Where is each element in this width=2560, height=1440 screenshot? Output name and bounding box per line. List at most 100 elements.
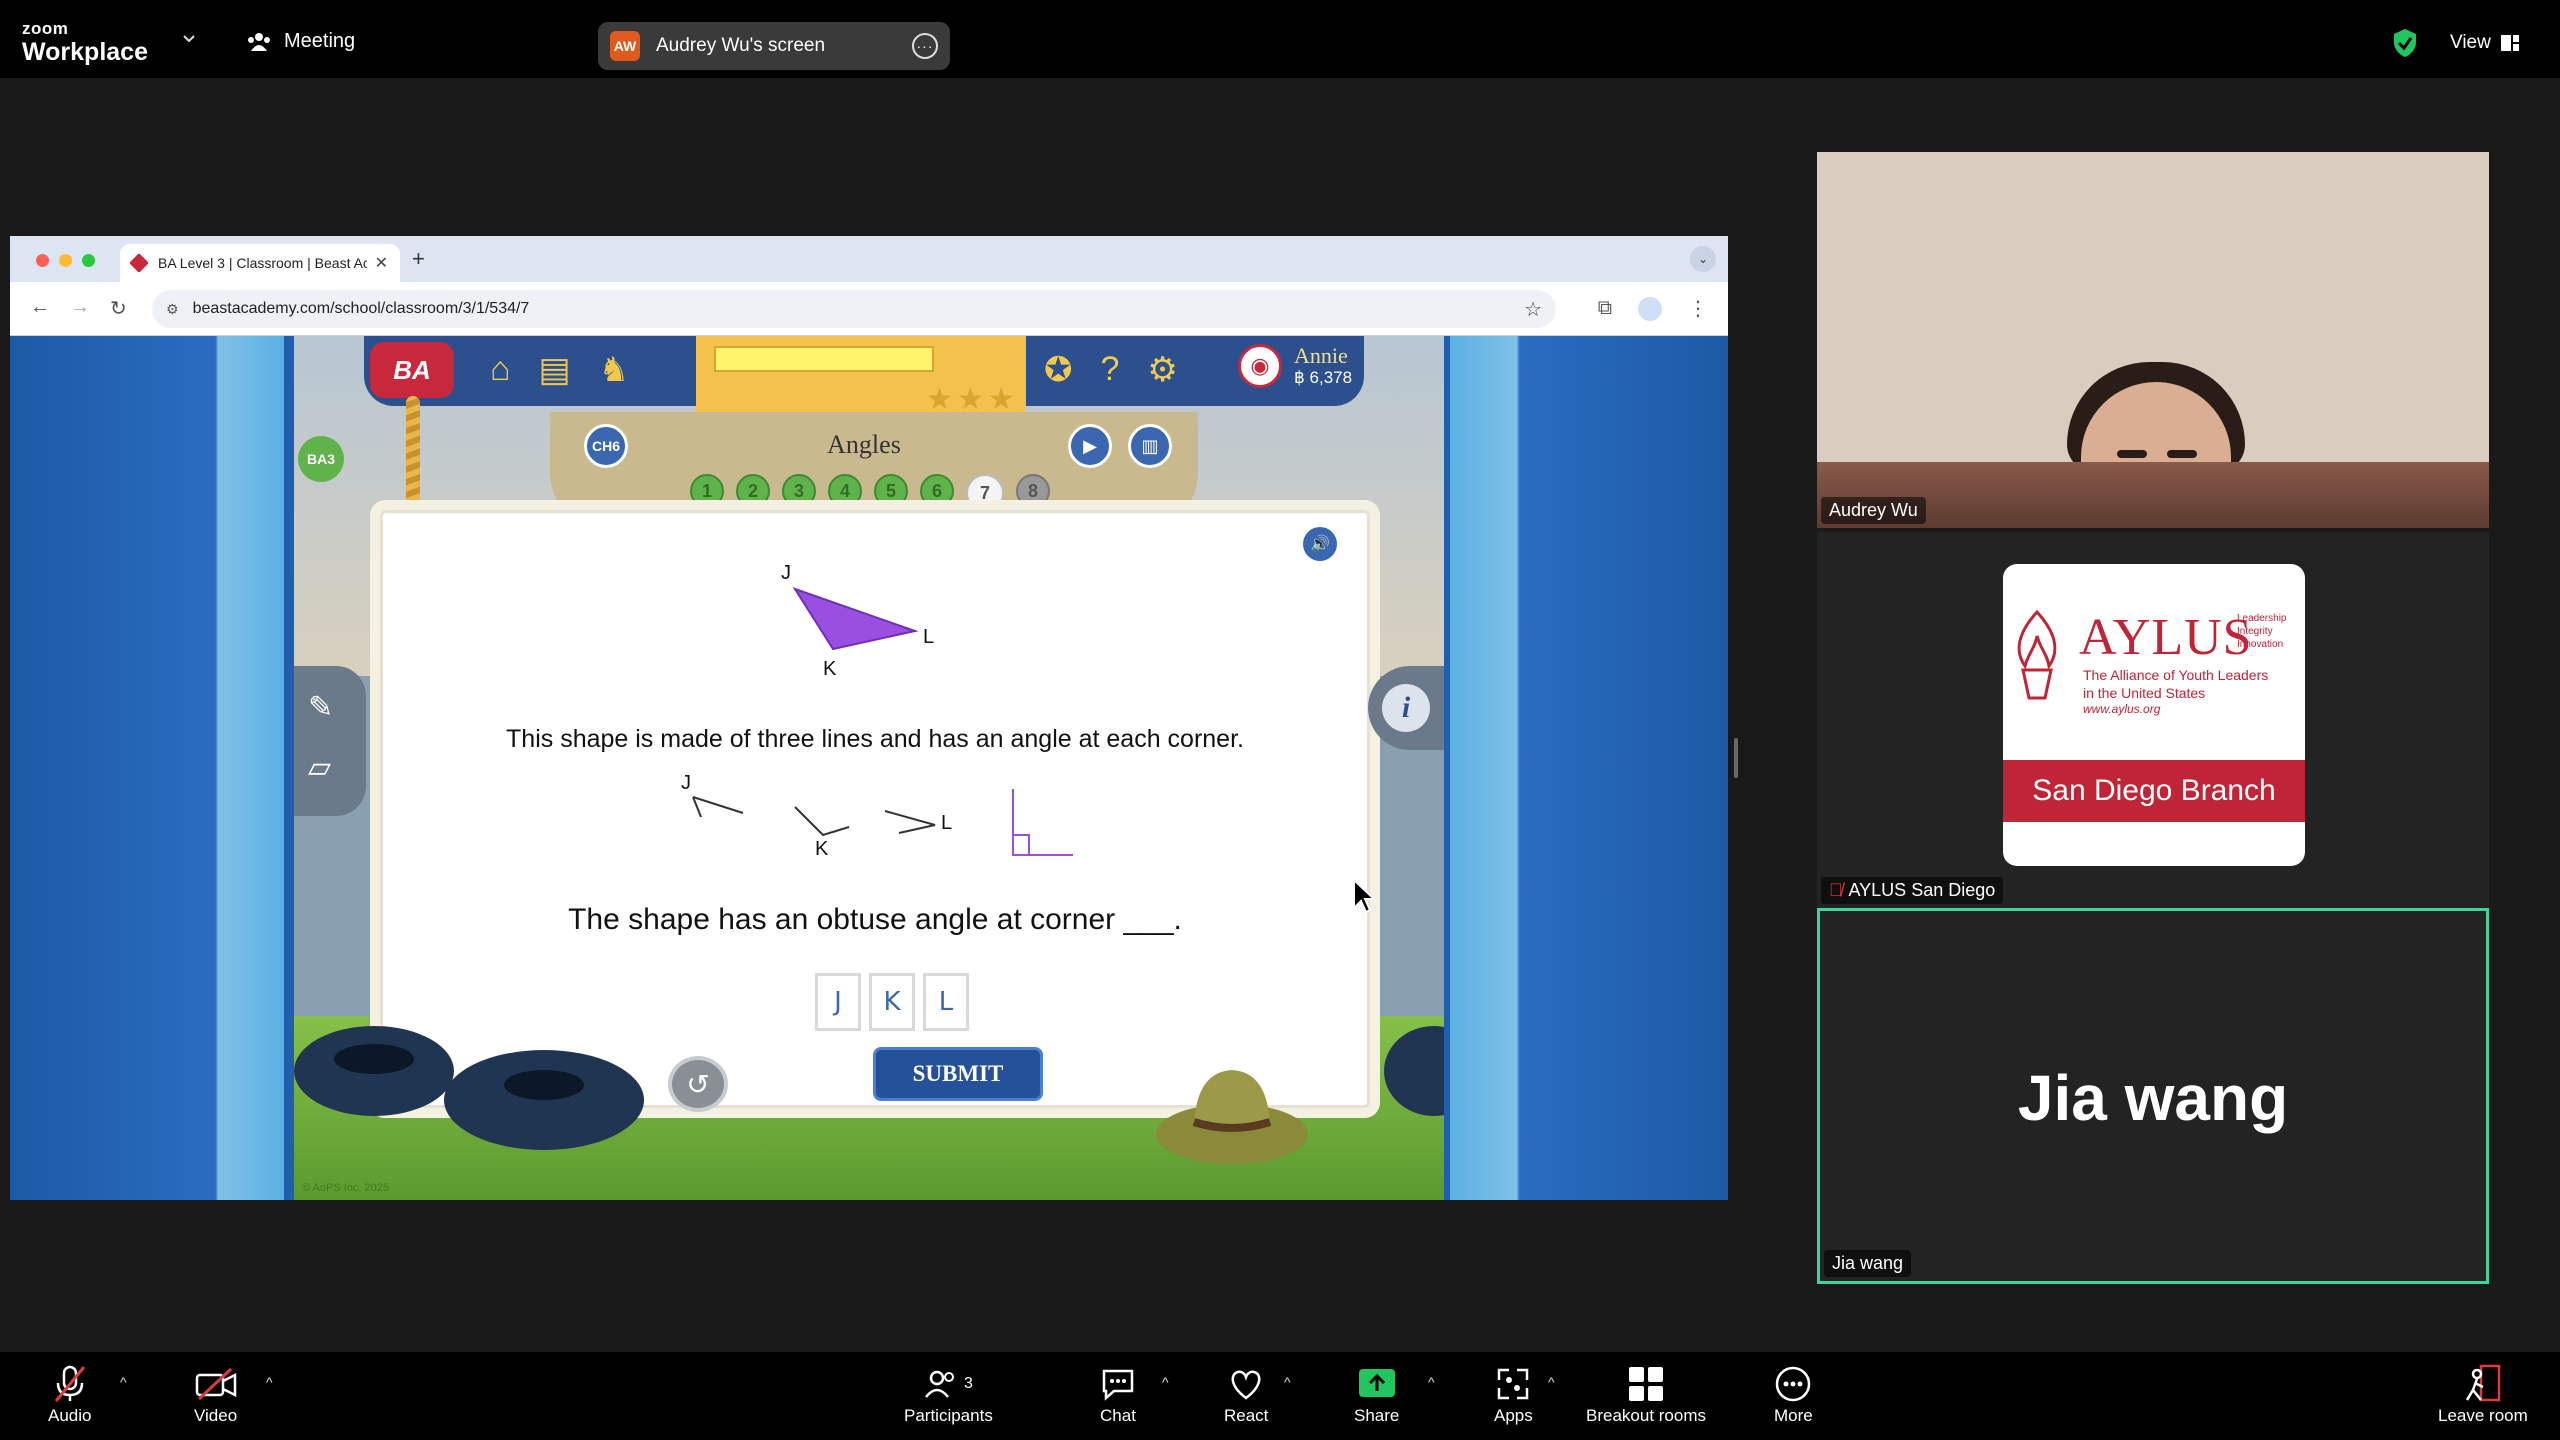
close-tab-icon[interactable]: ✕ (375, 253, 388, 273)
url-text: beastacademy.com/school/classroom/3/1/53… (192, 300, 530, 317)
aylus-logo: AYLUS Leadership Integrity Innovation Th… (2003, 564, 2305, 866)
submit-button[interactable]: SUBMIT (873, 1047, 1043, 1101)
address-bar[interactable]: ⚙ beastacademy.com/school/classroom/3/1/… (152, 290, 1556, 328)
back-icon[interactable]: ← (30, 296, 50, 321)
reset-icon[interactable]: ↺ (668, 1056, 728, 1112)
aylus-desc-line-1: The Alliance of Youth Leaders (2083, 667, 2269, 683)
vertex-l-label: L (923, 626, 934, 648)
step-6[interactable]: 6 (920, 474, 954, 508)
game-tool-icons: ✪ ? ⚙ (1044, 350, 1178, 390)
tab-search-icon[interactable]: ⌄ (1690, 246, 1716, 272)
eraser-icon[interactable]: ▱ (308, 750, 352, 786)
breakout-rooms-icon (1629, 1367, 1663, 1401)
react-button[interactable]: React (1224, 1362, 1268, 1426)
choice-l-tile[interactable]: L (923, 973, 969, 1031)
extensions-icon[interactable]: ⧉ (1598, 297, 1612, 320)
angle-j-label: J (681, 772, 691, 794)
chat-options-caret-icon[interactable]: ^ (1162, 1374, 1169, 1390)
choice-j-tile[interactable]: J (815, 973, 861, 1031)
leave-room-button[interactable]: Leave room (2438, 1362, 2528, 1426)
site-info-icon[interactable]: ⚙ (166, 301, 179, 318)
breakout-rooms-button[interactable]: Breakout rooms (1586, 1362, 1706, 1426)
profile-avatar[interactable] (1638, 296, 1662, 321)
screen-share-indicator[interactable]: AW Audrey Wu's screen ··· (598, 22, 950, 70)
share-label: Share (1354, 1406, 1400, 1425)
apps-button[interactable]: Apps (1494, 1362, 1533, 1426)
chat-label: Chat (1100, 1406, 1136, 1425)
help-icon[interactable]: ? (1101, 350, 1120, 390)
react-label: React (1224, 1406, 1269, 1425)
tab-title: BA Level 3 | Classroom | Beast Academy (158, 255, 367, 271)
play-video-icon[interactable]: ▶ (1068, 424, 1112, 468)
aylus-value-1: Leadership (2237, 613, 2287, 624)
share-options-caret-icon[interactable]: ^ (1428, 1374, 1435, 1390)
aylus-description: The Alliance of Youth Leaders in the Uni… (2083, 666, 2268, 702)
badge-icon[interactable]: ✪ (1044, 350, 1073, 390)
more-options-icon[interactable]: ··· (912, 33, 938, 59)
brand-big-text: Workplace (22, 38, 148, 66)
top-bar: zoom Workplace Meeting AW Audrey Wu's sc… (0, 0, 2560, 78)
choice-k-tile[interactable]: K (869, 973, 915, 1031)
meeting-label: Meeting (284, 30, 356, 52)
more-button[interactable]: More (1774, 1362, 1813, 1426)
angle-k-shape (794, 806, 850, 837)
user-profile[interactable]: ◉ Annie ฿ 6,378 (1238, 343, 1353, 389)
step-1[interactable]: 1 (690, 474, 724, 508)
step-8[interactable]: 8 (1016, 474, 1050, 508)
step-7[interactable]: 7 (966, 474, 1004, 512)
maximize-window-button[interactable] (82, 254, 95, 267)
sound-icon[interactable]: 🔊 (1303, 527, 1337, 561)
browser-tab[interactable]: BA Level 3 | Classroom | Beast Academy ✕ (120, 244, 400, 282)
apps-options-caret-icon[interactable]: ^ (1548, 1374, 1555, 1390)
step-2[interactable]: 2 (736, 474, 770, 508)
audio-button[interactable]: Audio (48, 1362, 91, 1426)
browser-menu-icon[interactable]: ⋮ (1688, 296, 1708, 321)
participant-display-name: Jia wang (2017, 1062, 2289, 1134)
participant-name-tag: Audrey Wu (1821, 497, 1926, 524)
share-screen-icon (1358, 1369, 1395, 1397)
share-button[interactable]: Share (1354, 1362, 1399, 1426)
aylus-value-3: Innovation (2237, 639, 2284, 650)
react-options-caret-icon[interactable]: ^ (1284, 1374, 1291, 1390)
video-button[interactable]: Video (194, 1362, 237, 1426)
split-view-handle[interactable] (1734, 738, 1738, 778)
user-coins: ฿ 6,378 (1294, 368, 1353, 388)
step-4[interactable]: 4 (828, 474, 862, 508)
angle-k-label: K (815, 838, 829, 860)
level-badge[interactable]: BA3 (298, 436, 344, 482)
brand-small-text: zoom (22, 19, 69, 38)
apps-icon (1498, 1368, 1529, 1400)
guide-book-icon[interactable]: ▥ (1128, 424, 1172, 468)
step-3[interactable]: 3 (782, 474, 816, 508)
participant-tile-aylus[interactable]: AYLUS Leadership Integrity Innovation Th… (1817, 532, 2489, 908)
pencil-icon[interactable]: ✎ (308, 690, 352, 726)
ba-logo[interactable]: BA (370, 342, 454, 398)
forward-icon[interactable]: → (70, 296, 90, 321)
video-options-caret-icon[interactable]: ^ (266, 1374, 273, 1390)
audio-options-caret-icon[interactable]: ^ (120, 1374, 127, 1390)
participants-button[interactable]: 3 Participants (904, 1362, 993, 1426)
participant-tile-jia[interactable]: Jia wang Jia wang (1817, 908, 2489, 1284)
question-text-1: This shape is made of three lines and ha… (506, 725, 1244, 753)
book-icon[interactable]: ▤ (539, 350, 571, 390)
minimize-window-button[interactable] (59, 254, 72, 267)
view-button[interactable]: View (2450, 32, 2519, 54)
screen-share-label: Audrey Wu's screen (656, 35, 826, 56)
home-icon[interactable]: ⌂ (490, 350, 511, 390)
bookmark-star-icon[interactable]: ☆ (1524, 297, 1542, 322)
info-button[interactable]: i (1368, 666, 1444, 750)
new-tab-icon[interactable]: + (412, 246, 425, 272)
settings-gear-icon[interactable]: ⚙ (1147, 350, 1177, 390)
reload-icon[interactable]: ↻ (110, 296, 127, 321)
chat-button[interactable]: Chat (1100, 1362, 1136, 1426)
chevron-down-icon[interactable] (182, 32, 196, 46)
encryption-shield-icon[interactable] (2392, 28, 2418, 58)
chapter-badge[interactable]: CH6 (584, 424, 628, 468)
more-dots-icon (1776, 1366, 1811, 1402)
step-5[interactable]: 5 (874, 474, 908, 508)
participant-tile-audrey[interactable]: Audrey Wu (1817, 152, 2489, 528)
meeting-button[interactable]: Meeting (246, 30, 355, 53)
close-window-button[interactable] (36, 254, 49, 267)
zoom-workplace-logo[interactable]: zoom Workplace (22, 20, 148, 65)
character-icon[interactable]: ♞ (599, 350, 629, 390)
